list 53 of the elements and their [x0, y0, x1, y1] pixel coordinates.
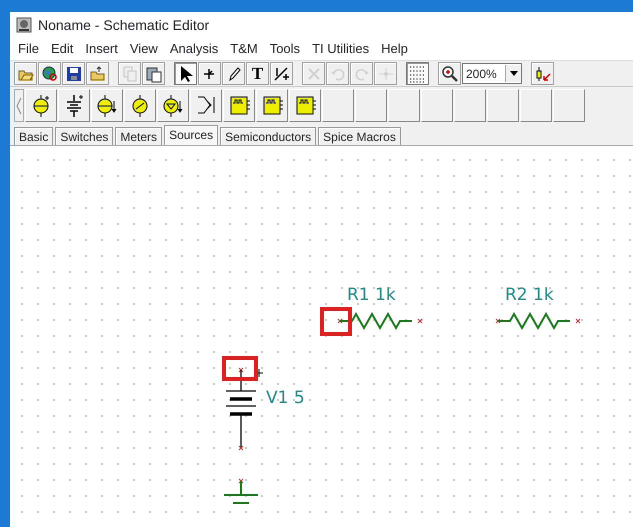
selection-marker[interactable] — [222, 356, 258, 381]
ground-symbol[interactable] — [223, 478, 259, 504]
tab[interactable]: Spice Macros — [318, 127, 401, 145]
controlled-source-icon — [161, 92, 185, 118]
left-chevron-icon — [16, 96, 22, 114]
app-icon — [16, 17, 32, 33]
battery-symbol[interactable] — [225, 368, 257, 450]
menu-item[interactable]: Help — [375, 39, 414, 59]
component-button[interactable] — [531, 62, 554, 85]
window-title: Noname - Schematic Editor — [38, 16, 210, 34]
open-folder-icon — [88, 64, 106, 82]
menu-item[interactable]: Insert — [79, 39, 124, 59]
resistor-symbol[interactable] — [496, 312, 580, 330]
menu-item[interactable]: Analysis — [164, 39, 224, 59]
resistor-symbol[interactable] — [338, 312, 422, 330]
tab[interactable]: Sources — [164, 125, 218, 145]
selection-marker[interactable] — [320, 307, 352, 336]
open-folder-button[interactable] — [86, 62, 109, 85]
save-icon — [64, 64, 82, 82]
current-source-icon — [95, 92, 119, 118]
zoom-icon — [440, 64, 458, 82]
tab[interactable]: Basic — [14, 127, 54, 145]
component-icon — [534, 64, 552, 82]
menu-item[interactable]: File — [12, 39, 45, 59]
open-folder-button[interactable] — [14, 62, 37, 85]
menu-item[interactable]: View — [124, 39, 164, 59]
tab[interactable]: Meters — [115, 127, 162, 145]
menu-item[interactable]: Edit — [44, 39, 80, 59]
menu-item[interactable]: T&M — [224, 39, 264, 59]
save-button[interactable] — [62, 62, 85, 85]
zoom-dropdown[interactable]: 200% — [462, 63, 522, 84]
globe-icon — [40, 64, 58, 82]
menu-item[interactable]: Tools — [264, 39, 306, 59]
tally-icon — [272, 64, 290, 82]
dropdown-arrow-icon — [510, 71, 518, 76]
menu-item[interactable]: TI Utilities — [306, 39, 376, 59]
tally-button[interactable] — [270, 62, 293, 85]
tab[interactable]: Switches — [55, 127, 114, 145]
tab[interactable]: Semiconductors — [220, 127, 316, 145]
globe-button[interactable] — [38, 62, 61, 85]
copy-icon — [120, 64, 138, 82]
zoom-button[interactable] — [438, 62, 461, 85]
wire-button[interactable] — [198, 62, 221, 85]
component-label: R2 1k — [505, 285, 554, 305]
grid-button[interactable] — [406, 62, 429, 85]
grid-icon — [408, 64, 426, 82]
pencil-button[interactable] — [222, 62, 245, 85]
paste-icon — [144, 64, 162, 82]
pointer-button[interactable] — [174, 62, 197, 85]
component-label: R1 1k — [347, 285, 396, 305]
component-label: V1 5 — [266, 388, 305, 408]
text-tool-button[interactable]: T — [246, 62, 269, 85]
paste-button[interactable] — [142, 62, 165, 85]
